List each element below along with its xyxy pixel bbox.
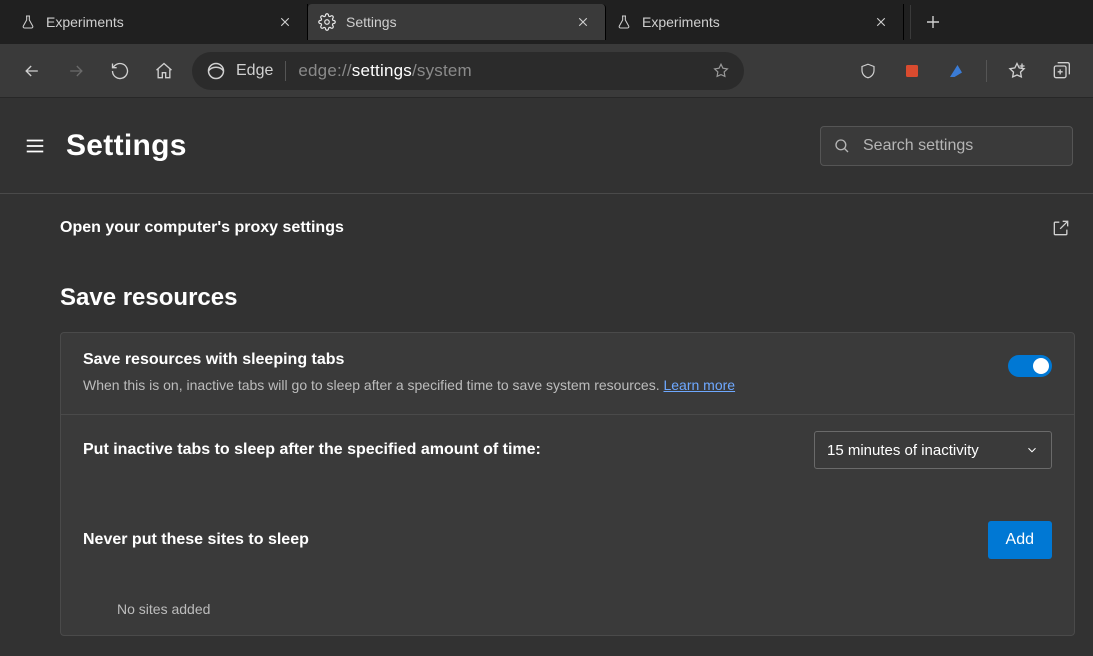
collections-button[interactable]	[1041, 51, 1081, 91]
save-resources-card: Save resources with sleeping tabs When t…	[60, 332, 1075, 636]
new-tab-button[interactable]	[910, 5, 944, 39]
tab-label: Experiments	[642, 14, 859, 30]
proxy-settings-row[interactable]: Open your computer's proxy settings	[60, 204, 1075, 262]
inactive-time-label: Put inactive tabs to sleep after the spe…	[83, 441, 541, 459]
close-icon[interactable]	[273, 10, 297, 34]
flask-icon	[616, 14, 632, 30]
external-link-icon	[1051, 218, 1071, 238]
chevron-down-icon	[1025, 443, 1039, 457]
url-scheme: edge://	[298, 61, 351, 80]
settings-content: Open your computer's proxy settings Save…	[0, 194, 1093, 656]
url-path: /system	[412, 61, 472, 80]
edge-icon	[206, 61, 226, 81]
browser-tab-1[interactable]: Settings	[308, 4, 606, 40]
browser-tab-0[interactable]: Experiments	[10, 4, 308, 40]
back-button[interactable]	[12, 51, 52, 91]
menu-button[interactable]	[20, 131, 50, 161]
toggle-knob	[1033, 358, 1049, 374]
inactive-time-dropdown[interactable]: 15 minutes of inactivity	[814, 431, 1052, 469]
site-identity[interactable]: Edge	[206, 61, 273, 81]
learn-more-link[interactable]: Learn more	[663, 377, 735, 393]
address-bar[interactable]: Edge edge://settings/system	[192, 52, 744, 90]
favorite-button[interactable]	[712, 62, 730, 80]
description-text: When this is on, inactive tabs will go t…	[83, 377, 663, 393]
tab-label: Experiments	[46, 14, 263, 30]
section-heading: Save resources	[60, 284, 1075, 312]
add-site-button[interactable]: Add	[988, 521, 1052, 559]
proxy-settings-label: Open your computer's proxy settings	[60, 219, 344, 237]
separator	[285, 61, 286, 81]
flask-icon	[20, 14, 36, 30]
sleeping-tabs-row: Save resources with sleeping tabs When t…	[61, 333, 1074, 414]
site-identity-label: Edge	[236, 62, 273, 80]
tab-strip: Experiments Settings Experiments	[0, 0, 1093, 44]
search-icon	[833, 137, 851, 155]
inactive-time-row: Put inactive tabs to sleep after the spe…	[61, 415, 1074, 485]
search-input[interactable]	[863, 137, 1070, 155]
toolbar: Edge edge://settings/system	[0, 44, 1093, 98]
tab-label: Settings	[346, 14, 561, 30]
never-sleep-label: Never put these sites to sleep	[83, 531, 309, 549]
settings-header: Settings	[0, 98, 1093, 194]
sleeping-tabs-toggle[interactable]	[1008, 355, 1052, 377]
url-text: edge://settings/system	[298, 61, 472, 81]
sleeping-tabs-options: Put inactive tabs to sleep after the spe…	[61, 414, 1074, 635]
dropdown-value: 15 minutes of inactivity	[827, 442, 979, 459]
page-title: Settings	[66, 129, 187, 163]
close-icon[interactable]	[869, 10, 893, 34]
favorites-button[interactable]	[997, 51, 1037, 91]
extension-icon-2[interactable]	[936, 51, 976, 91]
refresh-button[interactable]	[100, 51, 140, 91]
forward-button[interactable]	[56, 51, 96, 91]
gear-icon	[318, 13, 336, 31]
shield-icon[interactable]	[848, 51, 888, 91]
separator	[986, 60, 987, 82]
never-sleep-row: Never put these sites to sleep Add	[61, 505, 1074, 575]
sleeping-tabs-description: When this is on, inactive tabs will go t…	[83, 375, 988, 396]
home-button[interactable]	[144, 51, 184, 91]
no-sites-message: No sites added	[61, 595, 1074, 635]
close-icon[interactable]	[571, 10, 595, 34]
extensions-area	[848, 51, 1081, 91]
extension-icon-1[interactable]	[892, 51, 932, 91]
url-host: settings	[352, 61, 412, 80]
search-settings[interactable]	[820, 126, 1073, 166]
sleeping-tabs-title: Save resources with sleeping tabs	[83, 351, 988, 369]
browser-tab-2[interactable]: Experiments	[606, 4, 904, 40]
